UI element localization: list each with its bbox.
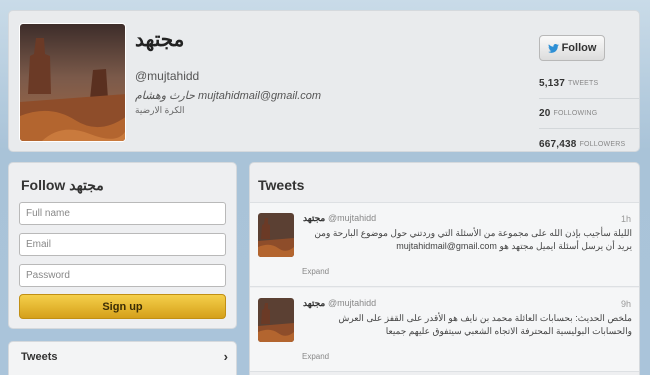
tweet-text: الليلة سأجيب بإذن الله على مجموعة من الأ… <box>314 228 632 251</box>
tweet-author-name[interactable]: مجتهد <box>303 213 325 224</box>
tweet-text: ملخص الحديث: بحسابات العائلة محمد بن ناي… <box>338 313 632 336</box>
profile-header-card: مجتهد @mujtahidd حارث وهشام mujtahidmail… <box>8 10 640 152</box>
follow-button[interactable]: Follow <box>539 35 605 61</box>
tweet-avatar[interactable] <box>258 298 294 342</box>
tweet-author-handle[interactable]: @mujtahidd <box>328 213 376 223</box>
email-input[interactable] <box>19 233 226 256</box>
follow-card-title: Follow مجتهد <box>21 177 104 193</box>
follow-button-label: Follow <box>561 42 597 54</box>
chevron-right-icon: › <box>223 349 228 364</box>
tweet-item[interactable]: مجتهد @mujtahidd 9h ملخص الحديث: بحسابات… <box>250 288 639 372</box>
profile-screen-name[interactable]: @mujtahidd <box>135 69 199 83</box>
profile-display-name: مجتهد <box>135 29 185 51</box>
tweet-expand-link[interactable]: Expand <box>302 352 329 361</box>
stat-followers-value: 667,438 <box>539 138 577 150</box>
tweet-item[interactable]: مجتهد @mujtahidd 1h الليلة سأجيب بإذن ال… <box>250 203 639 287</box>
stat-tweets-value: 5,137 <box>539 78 566 89</box>
signup-button[interactable]: Sign up <box>19 294 226 319</box>
profile-stats: 5,137 TWEETS 20 FOLLOWING 667,438 FOLLOW… <box>539 69 639 159</box>
tweet-timestamp[interactable]: 1h <box>621 214 631 224</box>
stat-followers[interactable]: 667,438 FOLLOWERS <box>539 129 639 159</box>
nav-tweets-label: Tweets <box>21 351 58 363</box>
tweets-title: Tweets <box>258 177 305 193</box>
stat-tweets[interactable]: 5,137 TWEETS <box>539 69 639 99</box>
stat-following-label: FOLLOWING <box>553 110 598 117</box>
tweet-author-name[interactable]: مجتهد <box>303 298 325 309</box>
tweets-timeline: Tweets مجتهد @mujtahidd 1h الليلة سأجيب … <box>249 162 640 375</box>
tweet-expand-link[interactable]: Expand <box>302 267 329 276</box>
password-input[interactable] <box>19 264 226 287</box>
profile-bio: حارث وهشام mujtahidmail@gmail.com <box>135 90 322 102</box>
stat-following[interactable]: 20 FOLLOWING <box>539 99 639 129</box>
full-name-input[interactable] <box>19 202 226 225</box>
tweet-author-handle[interactable]: @mujtahidd <box>328 298 376 308</box>
stat-following-value: 20 <box>539 108 551 119</box>
tweet-avatar[interactable] <box>258 213 294 257</box>
nav-tweets[interactable]: Tweets › <box>8 341 237 375</box>
tweet-timestamp[interactable]: 9h <box>621 299 631 309</box>
twitter-bird-icon <box>547 43 559 53</box>
stat-tweets-label: TWEETS <box>568 80 599 87</box>
profile-location: الكرة الارضية <box>135 105 185 115</box>
profile-avatar[interactable] <box>19 23 126 142</box>
stat-followers-label: FOLLOWERS <box>579 140 626 148</box>
